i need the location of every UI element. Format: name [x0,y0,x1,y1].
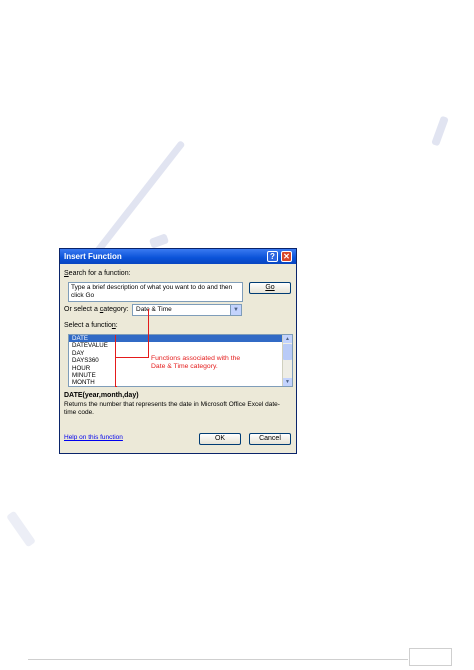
search-label: Search for a function: [64,270,131,277]
annotation-line [115,357,148,358]
dialog-title-bar[interactable]: Insert Function [60,249,296,264]
category-value: Date & Time [136,306,172,313]
go-button[interactable]: Go [249,282,291,294]
watermark-stroke [148,233,170,249]
scroll-up-icon[interactable]: ▲ [283,335,292,343]
list-item[interactable]: DATE [69,335,282,343]
annotation-line [148,309,149,358]
select-function-label: Select a function: [64,322,118,329]
annotation-line [115,335,116,386]
ok-button[interactable]: OK [199,433,241,445]
list-item[interactable]: DATEVALUE [69,342,292,349]
watermark-stroke [6,510,36,548]
list-item[interactable]: MINUTE [69,372,292,379]
annotation-line-2: Date & Time category. [151,363,218,370]
page-footer-line [28,659,408,660]
dialog-title: Insert Function [64,252,122,261]
insert-function-dialog: Insert Function ? ✕ Search for a functio… [59,248,297,454]
scroll-thumb[interactable] [283,344,292,360]
help-link[interactable]: Help on this function [64,434,123,441]
help-icon[interactable]: ? [267,251,278,262]
close-icon[interactable]: ✕ [281,251,292,262]
annotation-text: Functions associated with the Date & Tim… [151,355,240,371]
chevron-down-icon[interactable]: ▼ [230,305,241,315]
function-signature: DATE(year,month,day) [64,392,139,399]
list-scrollbar[interactable]: ▲ ▼ [282,335,292,386]
cancel-button[interactable]: Cancel [249,433,291,445]
watermark-stroke [87,140,186,263]
annotation-line [115,386,117,387]
scroll-down-icon[interactable]: ▼ [283,378,292,386]
watermark-stroke [431,115,449,147]
page-number-box [409,648,452,666]
category-label: Or select a category: [64,306,129,313]
annotation-line-1: Functions associated with the [151,355,241,362]
function-description: Returns the number that represents the d… [64,401,280,416]
search-input[interactable]: Type a brief description of what you wan… [68,282,243,302]
list-item[interactable]: MONTH [69,379,292,386]
